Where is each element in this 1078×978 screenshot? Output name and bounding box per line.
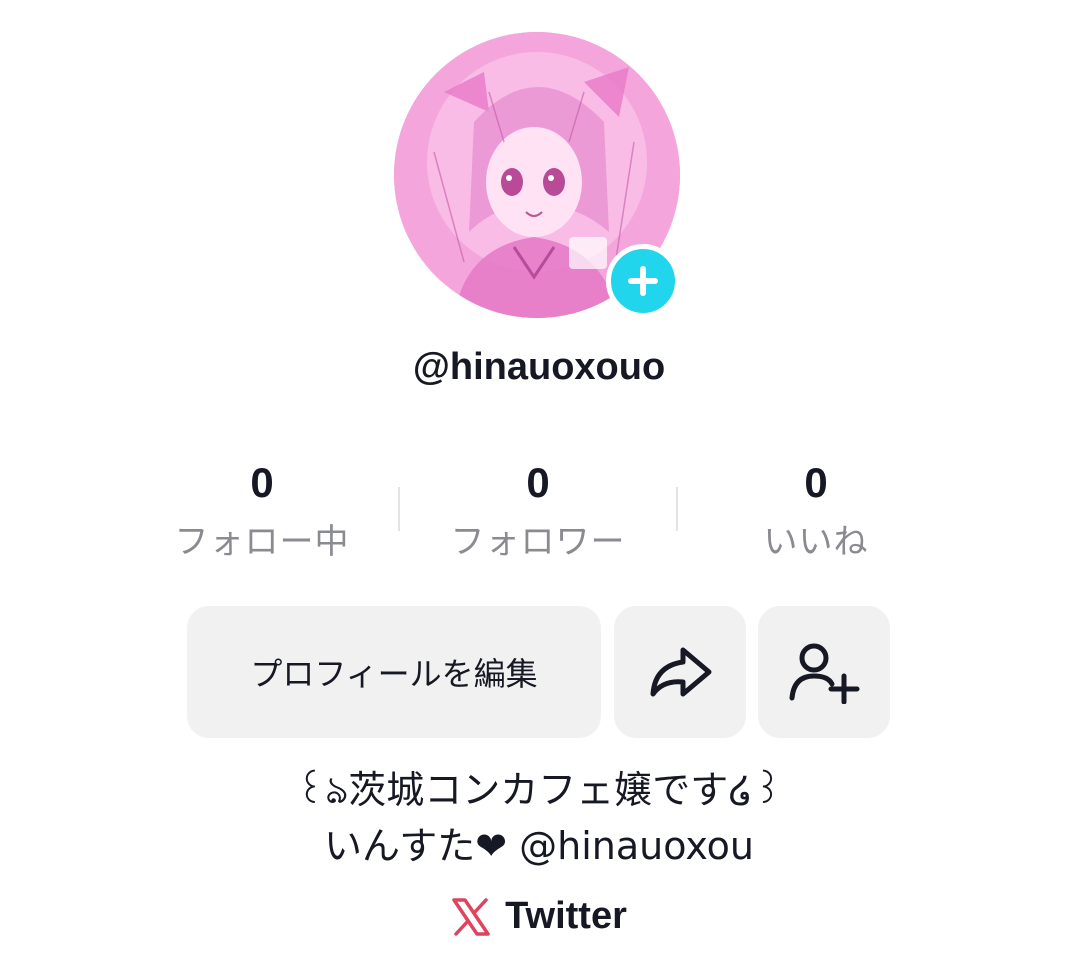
- stats-row: 0 フォロー中 0 フォロワー 0 いいね: [150, 455, 928, 575]
- share-arrow-icon: [650, 647, 712, 697]
- followers-label: フォロワー: [450, 522, 626, 562]
- stat-divider: [676, 487, 678, 531]
- followers-count: 0: [526, 459, 550, 506]
- following-count: 0: [250, 459, 274, 506]
- bio-line-1: ꒰ঌ茨城コンカフェ嬢です໒꒱: [295, 768, 783, 812]
- likes-count: 0: [804, 459, 828, 506]
- edit-profile-button[interactable]: プロフィールを編集: [187, 606, 601, 738]
- bio-line-2: いんすた❤︎ @hinauoxou: [324, 824, 754, 868]
- stat-following[interactable]: 0 フォロー中: [132, 455, 392, 567]
- stat-followers[interactable]: 0 フォロワー: [408, 455, 668, 567]
- add-avatar-button[interactable]: [606, 244, 680, 318]
- edit-profile-label: プロフィールを編集: [250, 655, 538, 693]
- likes-label: いいね: [763, 522, 869, 562]
- bio: ꒰ঌ茨城コンカフェ嬢です໒꒱ いんすた❤︎ @hinauoxou: [0, 762, 1078, 874]
- twitter-link-label: Twitter: [505, 895, 627, 937]
- twitter-link[interactable]: Twitter: [0, 895, 1078, 938]
- share-profile-button[interactable]: [614, 606, 746, 738]
- avatar-container: [394, 32, 684, 322]
- add-friend-icon: [789, 643, 860, 704]
- add-friend-button[interactable]: [758, 606, 890, 738]
- plus-icon: [628, 266, 658, 296]
- following-label: フォロー中: [174, 522, 350, 562]
- x-logo-icon: [452, 897, 490, 936]
- stat-divider: [398, 487, 400, 531]
- username: @hinauoxouo: [412, 346, 666, 388]
- stat-likes[interactable]: 0 いいね: [686, 455, 946, 567]
